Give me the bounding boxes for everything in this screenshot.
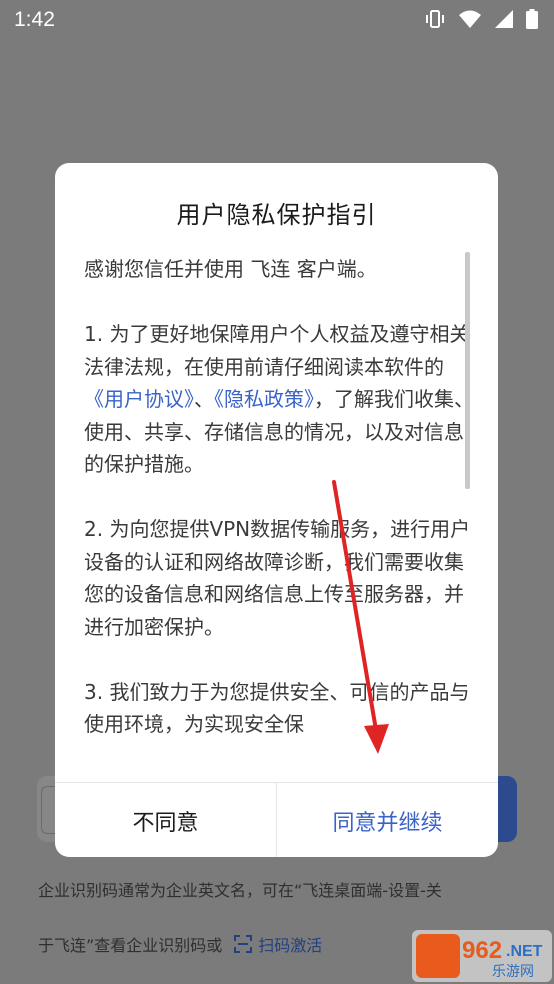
dialog-content[interactable]: 感谢您信任并使用 飞连 客户端。 1. 为了更好地保障用户个人权益及遵守相关法律… — [84, 253, 476, 751]
watermark-number: 962 — [462, 937, 502, 964]
section-2: 2. 为向您提供VPN数据传输服务，进行用户设备的认证和网络故障诊断，我们需要收… — [84, 517, 471, 639]
intro-text: 感谢您信任并使用 飞连 客户端。 — [84, 257, 377, 281]
status-bar: 1:42 — [0, 0, 554, 38]
status-time: 1:42 — [14, 8, 55, 31]
watermark-net: .NET — [506, 943, 543, 960]
content-scrollbar[interactable] — [465, 252, 470, 489]
privacy-dialog: 用户隐私保护指引 感谢您信任并使用 飞连 客户端。 1. 为了更好地保障用户个人… — [55, 163, 498, 857]
signal-icon — [495, 10, 513, 28]
dialog-title: 用户隐私保护指引 — [176, 201, 377, 229]
watermark-logo: 962 .NET 乐游网 — [412, 930, 552, 982]
enterprise-code-hint-text: 于飞连”查看企业识别码或 — [38, 936, 223, 955]
scan-activate-label: 扫码激活 — [258, 936, 323, 955]
enterprise-code-hint-line2: 于飞连”查看企业识别码或 扫码激活 — [38, 932, 322, 956]
next-button-edge[interactable] — [495, 776, 517, 842]
dialog-actions: 不同意 同意并继续 — [55, 782, 498, 857]
watermark-site: 乐游网 — [492, 964, 534, 980]
vibrate-icon — [426, 10, 444, 28]
section-1-between: 、 — [194, 387, 214, 411]
scan-activate-link[interactable]: 扫码激活 — [234, 932, 322, 956]
status-icons — [424, 9, 538, 29]
section-1: 1. 为了更好地保障用户个人权益及遵守相关法律法规，在使用前请仔细阅读本软件的《… — [84, 318, 476, 481]
section-1-before: 1. 为了更好地保障用户个人权益及遵守相关法律法规，在使用前请仔细阅读本软件的 — [84, 322, 470, 379]
scan-icon — [234, 935, 253, 953]
battery-icon — [526, 9, 538, 29]
user-agreement-link[interactable]: 《用户协议》 — [84, 387, 194, 411]
section-3: 3. 我们致力于为您提供安全、可信的产品与使用环境，为实现安全保 — [84, 679, 470, 737]
privacy-policy-link[interactable]: 《隐私政策》 — [214, 387, 314, 411]
agree-continue-button[interactable]: 同意并继续 — [277, 783, 498, 857]
wifi-icon — [459, 10, 481, 28]
enterprise-code-hint-line1: 企业识别码通常为企业英文名，可在“飞连桌面端-设置-关 — [38, 881, 442, 900]
disagree-button[interactable]: 不同意 — [55, 783, 277, 857]
